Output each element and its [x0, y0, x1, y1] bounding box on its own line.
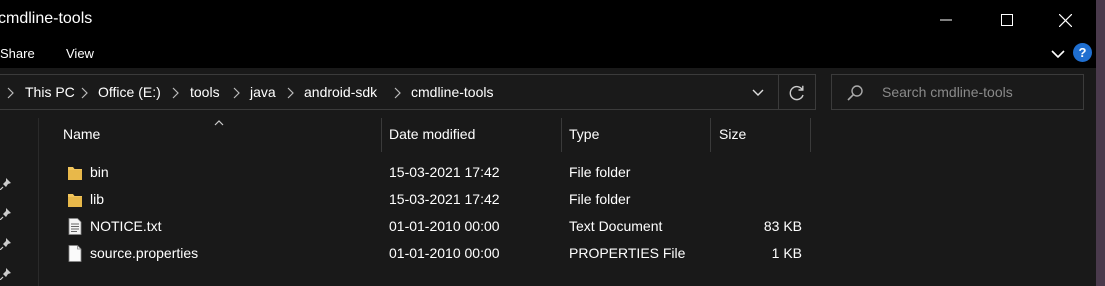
chevron-right-icon[interactable] — [231, 87, 241, 99]
tab-share[interactable]: Share — [0, 46, 35, 61]
file-name: bin — [90, 164, 109, 180]
minimize-button[interactable] — [917, 0, 975, 40]
file-date: 01-01-2010 00:00 — [389, 218, 500, 234]
sort-ascending-icon — [214, 120, 224, 126]
chevron-right-icon[interactable] — [285, 87, 295, 99]
maximize-icon — [1001, 14, 1013, 26]
file-row-source-properties[interactable]: source.properties 01-01-2010 00:00 PROPE… — [39, 241, 1096, 268]
address-row: This PC Office (E:) tools java android-s… — [0, 68, 1096, 118]
ribbon-expand-chevron-icon[interactable] — [1049, 46, 1067, 62]
file-size: 1 KB — [771, 245, 802, 261]
file-date: 15-03-2021 17:42 — [389, 164, 500, 180]
column-divider[interactable] — [561, 118, 562, 152]
desktop-background — [1096, 0, 1105, 286]
column-header-size[interactable]: Size — [719, 126, 746, 142]
navigation-pane — [0, 118, 38, 286]
breadcrumb-cmdline-tools[interactable]: cmdline-tools — [411, 84, 493, 100]
file-type: PROPERTIES File — [569, 245, 686, 261]
column-header-name[interactable]: Name — [63, 126, 100, 142]
breadcrumb-this-pc[interactable]: This PC — [25, 84, 75, 100]
search-icon — [847, 85, 863, 101]
close-icon — [1058, 13, 1072, 27]
address-bar[interactable]: This PC Office (E:) tools java android-s… — [0, 74, 816, 110]
breadcrumb-tools[interactable]: tools — [190, 84, 220, 100]
tab-view[interactable]: View — [66, 46, 94, 61]
search-input[interactable]: Search cmdline-tools — [831, 74, 1084, 110]
help-button[interactable]: ? — [1073, 43, 1092, 62]
search-placeholder: Search cmdline-tools — [882, 84, 1013, 100]
file-date: 15-03-2021 17:42 — [389, 191, 500, 207]
column-header-date-modified[interactable]: Date modified — [389, 126, 475, 142]
breadcrumb-java[interactable]: java — [250, 84, 276, 100]
chevron-right-icon[interactable] — [170, 87, 180, 99]
file-type: File folder — [569, 191, 631, 207]
pin-icon[interactable] — [0, 238, 12, 250]
folder-icon — [68, 194, 82, 207]
file-size: 83 KB — [763, 218, 802, 234]
chevron-right-icon[interactable] — [392, 87, 402, 99]
file-row-bin[interactable]: bin 15-03-2021 17:42 File folder — [39, 160, 1096, 187]
file-name: NOTICE.txt — [90, 218, 162, 234]
address-history-dropdown-icon[interactable] — [749, 85, 767, 101]
window-title: cmdline-tools — [0, 10, 93, 27]
address-divider — [778, 75, 779, 109]
chevron-right-icon[interactable] — [79, 87, 89, 99]
pin-icon[interactable] — [0, 178, 12, 190]
file-type: Text Document — [569, 218, 663, 234]
file-name: lib — [90, 191, 105, 207]
pin-icon[interactable] — [0, 268, 12, 280]
breadcrumb-android-sdk[interactable]: android-sdk — [304, 84, 377, 100]
file-row-lib[interactable]: lib 15-03-2021 17:42 File folder — [39, 187, 1096, 214]
file-name: source.properties — [90, 245, 199, 261]
column-header-type[interactable]: Type — [569, 126, 599, 142]
breadcrumb-office-e[interactable]: Office (E:) — [98, 84, 161, 100]
folder-icon — [68, 167, 82, 180]
chevron-right-icon[interactable] — [5, 87, 15, 99]
text-file-icon — [68, 218, 82, 235]
file-type: File folder — [569, 164, 631, 180]
file-icon — [68, 245, 82, 262]
title-bar: cmdline-tools — [0, 0, 1096, 40]
file-list: Name Date modified Type Size bin 15-03-2… — [39, 118, 1096, 286]
file-row-notice-txt[interactable]: NOTICE.txt 01-01-2010 00:00 Text Documen… — [39, 214, 1096, 241]
close-button[interactable] — [1036, 0, 1094, 40]
file-date: 01-01-2010 00:00 — [389, 245, 500, 261]
refresh-icon[interactable] — [787, 83, 807, 103]
column-divider[interactable] — [381, 118, 382, 152]
pin-icon[interactable] — [0, 208, 12, 220]
minimize-icon — [940, 19, 952, 21]
column-divider[interactable] — [810, 118, 811, 152]
ribbon-tabs: Share View ? — [0, 40, 1096, 68]
maximize-button[interactable] — [978, 0, 1036, 40]
column-divider[interactable] — [710, 118, 711, 152]
